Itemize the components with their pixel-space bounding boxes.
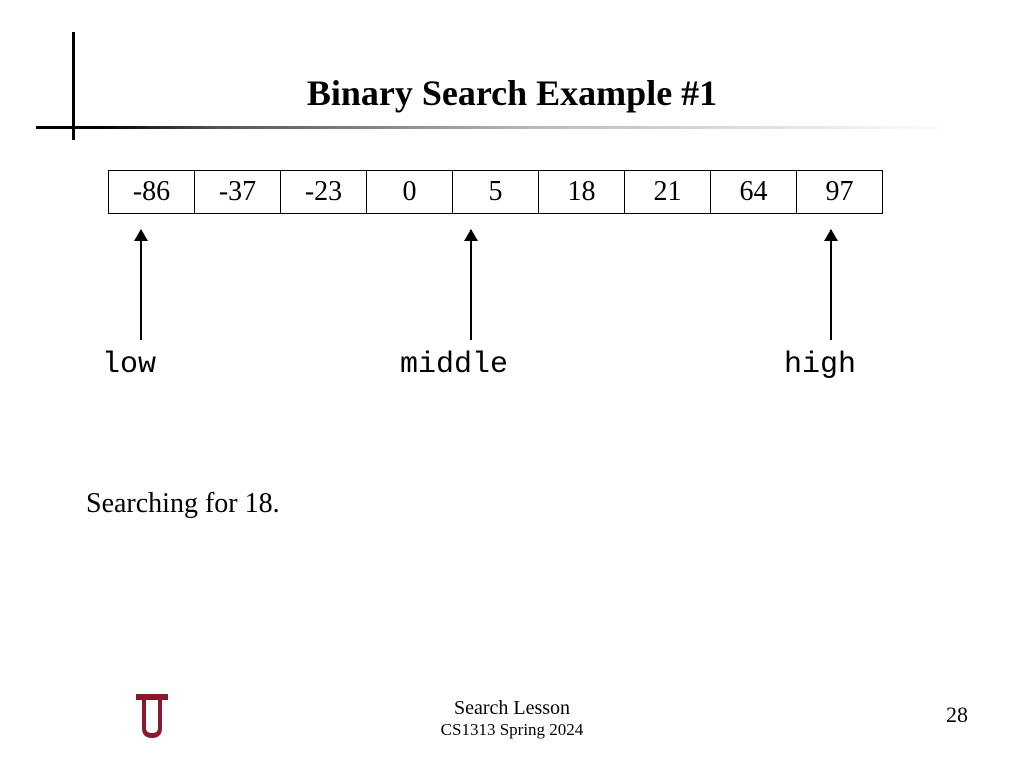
- array-cell: 18: [539, 171, 625, 214]
- array-cell: -37: [195, 171, 281, 214]
- pointer-label-low: low: [102, 348, 156, 382]
- page-number: 28: [946, 702, 968, 728]
- array-cell: -23: [281, 171, 367, 214]
- array-cell: -86: [109, 171, 195, 214]
- footer-course: CS1313 Spring 2024: [0, 720, 1024, 740]
- pointer-label-high: high: [784, 348, 856, 382]
- array-cell: 0: [367, 171, 453, 214]
- footer-lesson: Search Lesson: [0, 697, 1024, 720]
- arrow-high: [830, 230, 832, 340]
- arrow-low: [140, 230, 142, 340]
- arrow-middle: [470, 230, 472, 340]
- array-cell: 21: [625, 171, 711, 214]
- array-cell: 64: [711, 171, 797, 214]
- array-table: -86 -37 -23 0 5 18 21 64 97: [108, 170, 883, 214]
- decor-horizontal-line: [36, 126, 956, 129]
- pointer-label-middle: middle: [400, 348, 508, 382]
- search-caption: Searching for 18.: [86, 488, 280, 520]
- slide-title: Binary Search Example #1: [0, 72, 1024, 114]
- array-cell: 97: [797, 171, 883, 214]
- array-cell: 5: [453, 171, 539, 214]
